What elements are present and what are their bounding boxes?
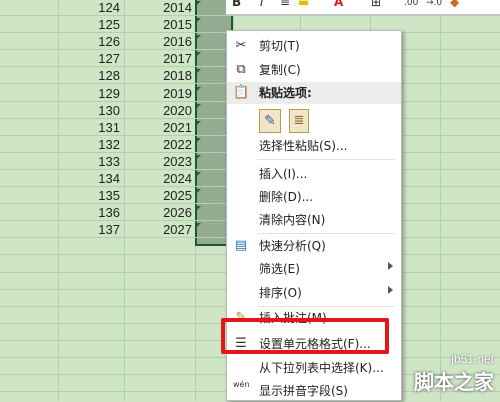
- menu-item-delete[interactable]: 删除(D)...: [227, 186, 401, 208]
- cell-year[interactable]: 2020: [124, 102, 192, 119]
- cell-year[interactable]: 2014: [124, 0, 192, 16]
- italic-button[interactable]: I: [260, 0, 264, 9]
- cell-year[interactable]: 2019: [124, 85, 192, 102]
- cell-number[interactable]: 130: [58, 102, 120, 119]
- menu-item-pick-from-list[interactable]: 从下拉列表中选择(K)...: [227, 357, 401, 379]
- underline-icon[interactable]: ≡: [280, 0, 290, 9]
- cell-year[interactable]: 2018: [124, 67, 192, 84]
- menu-item-sort[interactable]: 排序(O): [227, 282, 401, 304]
- borders-icon[interactable]: ⊞: [371, 0, 381, 9]
- phonetic-icon: wén: [233, 380, 250, 389]
- cell-year[interactable]: 2022: [124, 136, 192, 153]
- cell-number[interactable]: 126: [58, 33, 120, 50]
- increase-decimal-button[interactable]: .00: [404, 0, 418, 8]
- paste-icon: 📋: [233, 85, 250, 100]
- menu-item-cut[interactable]: ✂ 剪切(T): [227, 35, 401, 57]
- submenu-arrow-icon: [388, 286, 393, 294]
- cell-year[interactable]: 2027: [124, 221, 192, 238]
- menu-item-clear-contents[interactable]: 清除内容(N): [227, 209, 401, 231]
- cell-number[interactable]: 137: [58, 221, 120, 238]
- menu-item-insert[interactable]: 插入(I)...: [227, 163, 401, 185]
- cell-year[interactable]: 2021: [124, 119, 192, 136]
- submenu-arrow-icon: [388, 262, 393, 270]
- cell-year[interactable]: 2017: [124, 50, 192, 67]
- copy-icon: ⧉: [236, 62, 246, 77]
- cell-number[interactable]: 135: [58, 187, 120, 204]
- cell-number[interactable]: 133: [58, 153, 120, 170]
- menu-item-quick-analysis[interactable]: ▤ 快速分析(Q): [227, 235, 401, 257]
- paste-options-header: 📋 粘贴选项:: [227, 82, 401, 104]
- scissors-icon: ✂: [235, 38, 247, 53]
- cell-number[interactable]: 125: [58, 16, 120, 33]
- highlight-box: [221, 318, 389, 354]
- cell-year[interactable]: 2016: [124, 33, 192, 50]
- bold-button[interactable]: B: [232, 0, 241, 9]
- cell-number[interactable]: 136: [58, 204, 120, 221]
- watermark-site: jb51.net: [451, 352, 494, 366]
- paste-formatting-icon[interactable]: ✎: [259, 109, 281, 133]
- ribbon-toolbar: B I ≡ ▬ A ⊞ .00 →.0 ◆: [226, 0, 500, 15]
- paste-values-icon[interactable]: ≣: [289, 109, 309, 133]
- cell-number[interactable]: 134: [58, 170, 120, 187]
- cell-number[interactable]: 128: [58, 67, 120, 84]
- format-painter-icon[interactable]: ◆: [450, 0, 459, 9]
- cell-year[interactable]: 2023: [124, 153, 192, 170]
- menu-item-show-phonetic[interactable]: wén 显示拼音字段(S): [227, 380, 401, 402]
- cell-number[interactable]: 132: [58, 136, 120, 153]
- cell-number[interactable]: 124: [58, 0, 120, 16]
- watermark-brand: 脚本之家: [414, 370, 494, 394]
- menu-item-filter[interactable]: 筛选(E): [227, 258, 401, 280]
- cell-number[interactable]: 127: [58, 50, 120, 67]
- cell-number[interactable]: 129: [58, 85, 120, 102]
- cell-year[interactable]: 2024: [124, 170, 192, 187]
- cell-year[interactable]: 2026: [124, 204, 192, 221]
- cell-year[interactable]: 2015: [124, 16, 192, 33]
- fill-color-icon[interactable]: ▬: [298, 0, 309, 9]
- menu-item-paste-special[interactable]: 选择性粘贴(S)...: [227, 135, 401, 157]
- menu-item-copy[interactable]: ⧉ 复制(C): [227, 59, 401, 81]
- paste-option-buttons: ✎ ≣: [227, 107, 401, 137]
- quick-analysis-icon: ▤: [234, 238, 248, 253]
- cell-number[interactable]: 131: [58, 119, 120, 136]
- font-color-button[interactable]: A: [334, 0, 343, 9]
- cell-year[interactable]: 2025: [124, 187, 192, 204]
- decrease-decimal-button[interactable]: →.0: [426, 0, 442, 8]
